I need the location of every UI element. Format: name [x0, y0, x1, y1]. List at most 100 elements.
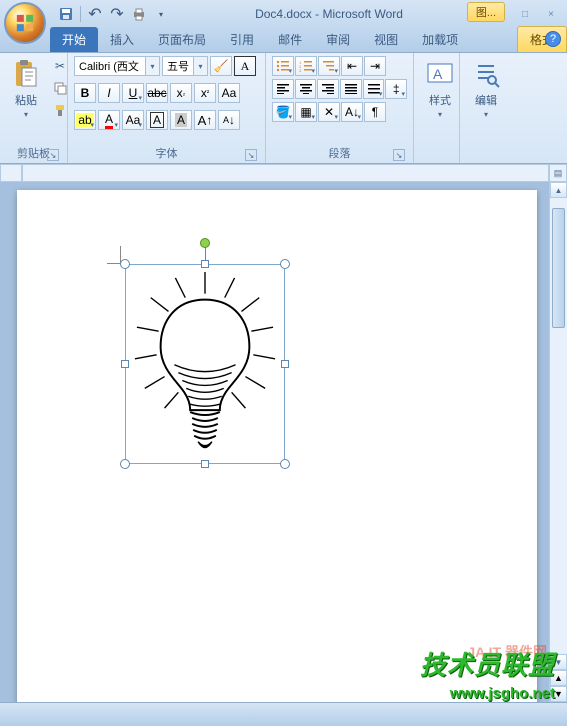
increase-indent-button[interactable]: ⇥ — [364, 56, 386, 76]
rotation-handle[interactable] — [200, 238, 210, 248]
tab-addins[interactable]: 加载项 — [410, 27, 470, 52]
scroll-thumb[interactable] — [552, 208, 565, 328]
horizontal-ruler[interactable] — [22, 164, 549, 182]
resize-handle-w[interactable] — [121, 360, 129, 368]
separator — [80, 6, 81, 22]
vertical-scrollbar: ▲ ▼ ▲ ▼ — [549, 182, 567, 702]
bullets-button[interactable] — [272, 56, 294, 76]
tab-home[interactable]: 开始 — [50, 27, 98, 52]
tab-mailings[interactable]: 邮件 — [266, 27, 314, 52]
tab-references[interactable]: 引用 — [218, 27, 266, 52]
asian-layout-button[interactable]: ✕ — [318, 102, 340, 122]
superscript-button[interactable]: x² — [194, 83, 216, 103]
resize-handle-ne[interactable] — [280, 259, 290, 269]
highlight-button[interactable]: ab — [74, 110, 96, 130]
text-cursor — [107, 246, 121, 264]
watermark-text-1: 技术员联盟 — [420, 645, 555, 682]
bold-button[interactable]: B — [74, 83, 96, 103]
status-bar — [0, 702, 567, 726]
svg-text:3: 3 — [299, 68, 302, 72]
titlebar: ↶ ↷ ▾ Doc4.docx - Microsoft Word 图... – … — [0, 0, 567, 28]
borders-button[interactable]: ▦ — [295, 102, 317, 122]
resize-handle-sw[interactable] — [120, 459, 130, 469]
qat-customize-icon[interactable]: ▾ — [151, 4, 171, 24]
dialog-launcher-paragraph[interactable]: ↘ — [393, 149, 405, 161]
save-icon[interactable] — [56, 4, 76, 24]
print-icon[interactable] — [129, 4, 149, 24]
tab-insert[interactable]: 插入 — [98, 27, 146, 52]
styles-button[interactable]: A 样式 ▾ — [420, 56, 460, 159]
group-label-paragraph: 段落↘ — [272, 143, 407, 163]
group-label-clipboard: 剪贴板↘ — [6, 143, 61, 163]
numbering-button[interactable]: 123 — [295, 56, 317, 76]
resize-handle-n[interactable] — [201, 260, 209, 268]
tab-layout[interactable]: 页面布局 — [146, 27, 218, 52]
strikethrough-button[interactable]: abc — [146, 83, 168, 103]
group-clipboard: 粘贴 ▾ ✂ 剪贴板↘ — [0, 53, 68, 163]
group-styles: A 样式 ▾ — [414, 53, 460, 163]
selected-image[interactable] — [125, 264, 285, 464]
grow-font-button[interactable]: A↑ — [194, 110, 216, 130]
phonetic-guide-button[interactable]: A — [234, 56, 256, 76]
ribbon: 粘贴 ▾ ✂ 剪贴板↘ Calibri (西文▾ 五号▾ 🧹 A B I U — [0, 52, 567, 164]
document-page[interactable] — [17, 190, 537, 702]
ruler-corner — [0, 164, 22, 182]
subscript-button[interactable]: x₂ — [170, 83, 192, 103]
underline-button[interactable]: U — [122, 83, 144, 103]
align-right-button[interactable] — [317, 79, 339, 99]
maximize-button[interactable]: □ — [513, 6, 537, 22]
window-title: Doc4.docx - Microsoft Word — [171, 7, 487, 21]
shading-button[interactable]: 🪣 — [272, 102, 294, 122]
ribbon-tabs: 开始 插入 页面布局 引用 邮件 审阅 视图 加载项 格式 ? — [0, 28, 567, 52]
multilevel-button[interactable] — [318, 56, 340, 76]
show-marks-button[interactable]: ¶ — [364, 102, 386, 122]
font-size-combo[interactable]: 五号▾ — [162, 56, 208, 76]
group-editing: 编辑 ▾ — [460, 53, 506, 163]
line-spacing-button[interactable]: ‡ — [385, 79, 407, 99]
dialog-launcher-clipboard[interactable]: ↘ — [47, 149, 59, 161]
dialog-launcher-font[interactable]: ↘ — [245, 149, 257, 161]
paste-button[interactable]: 粘贴 ▾ — [6, 56, 46, 143]
resize-handle-s[interactable] — [201, 460, 209, 468]
ruler-toggle-button[interactable]: ▤ — [549, 164, 567, 182]
group-label-editing — [466, 159, 500, 163]
resize-handle-se[interactable] — [280, 459, 290, 469]
char-border-button[interactable]: A — [146, 110, 168, 130]
distributed-button[interactable] — [363, 79, 385, 99]
close-button[interactable]: × — [539, 6, 563, 22]
resize-handle-nw[interactable] — [120, 259, 130, 269]
justify-button[interactable] — [340, 79, 362, 99]
align-left-button[interactable] — [272, 79, 294, 99]
tab-review[interactable]: 审阅 — [314, 27, 362, 52]
change-case-button[interactable]: Aa — [218, 83, 240, 103]
editing-button[interactable]: 编辑 ▾ — [466, 56, 506, 159]
clear-format-button[interactable]: 🧹 — [210, 56, 232, 76]
quick-access-toolbar: ↶ ↷ ▾ — [56, 4, 171, 24]
shrink-font-button[interactable]: A↓ — [218, 110, 240, 130]
scroll-up-button[interactable]: ▲ — [550, 182, 567, 198]
tab-view[interactable]: 视图 — [362, 27, 410, 52]
help-button[interactable]: ? — [545, 31, 561, 47]
group-paragraph: 123 ⇤ ⇥ ‡ 🪣 ▦ ✕ A↓ ¶ 段落↘ — [266, 53, 414, 163]
sort-button[interactable]: A↓ — [341, 102, 363, 122]
cut-icon[interactable]: ✂ — [50, 56, 70, 76]
char-shading-button[interactable]: A — [170, 110, 192, 130]
redo-icon[interactable]: ↷ — [107, 4, 127, 24]
scroll-track[interactable] — [550, 198, 567, 654]
page-viewport[interactable] — [0, 182, 549, 702]
group-label-styles — [420, 159, 453, 163]
copy-icon[interactable] — [50, 78, 70, 98]
undo-icon[interactable]: ↶ — [85, 4, 105, 24]
align-center-button[interactable] — [295, 79, 317, 99]
italic-button[interactable]: I — [98, 83, 120, 103]
resize-handle-e[interactable] — [281, 360, 289, 368]
font-color-button[interactable]: A — [98, 110, 120, 130]
lightbulb-clipart — [131, 270, 279, 457]
office-button[interactable] — [4, 2, 46, 44]
font-name-combo[interactable]: Calibri (西文▾ — [74, 56, 160, 76]
group-font: Calibri (西文▾ 五号▾ 🧹 A B I U abc x₂ x² Aa … — [68, 53, 266, 163]
format-painter-icon[interactable] — [50, 100, 70, 120]
char-scale-button[interactable]: Aa — [122, 110, 144, 130]
decrease-indent-button[interactable]: ⇤ — [341, 56, 363, 76]
document-area: ▤ — [0, 164, 567, 702]
